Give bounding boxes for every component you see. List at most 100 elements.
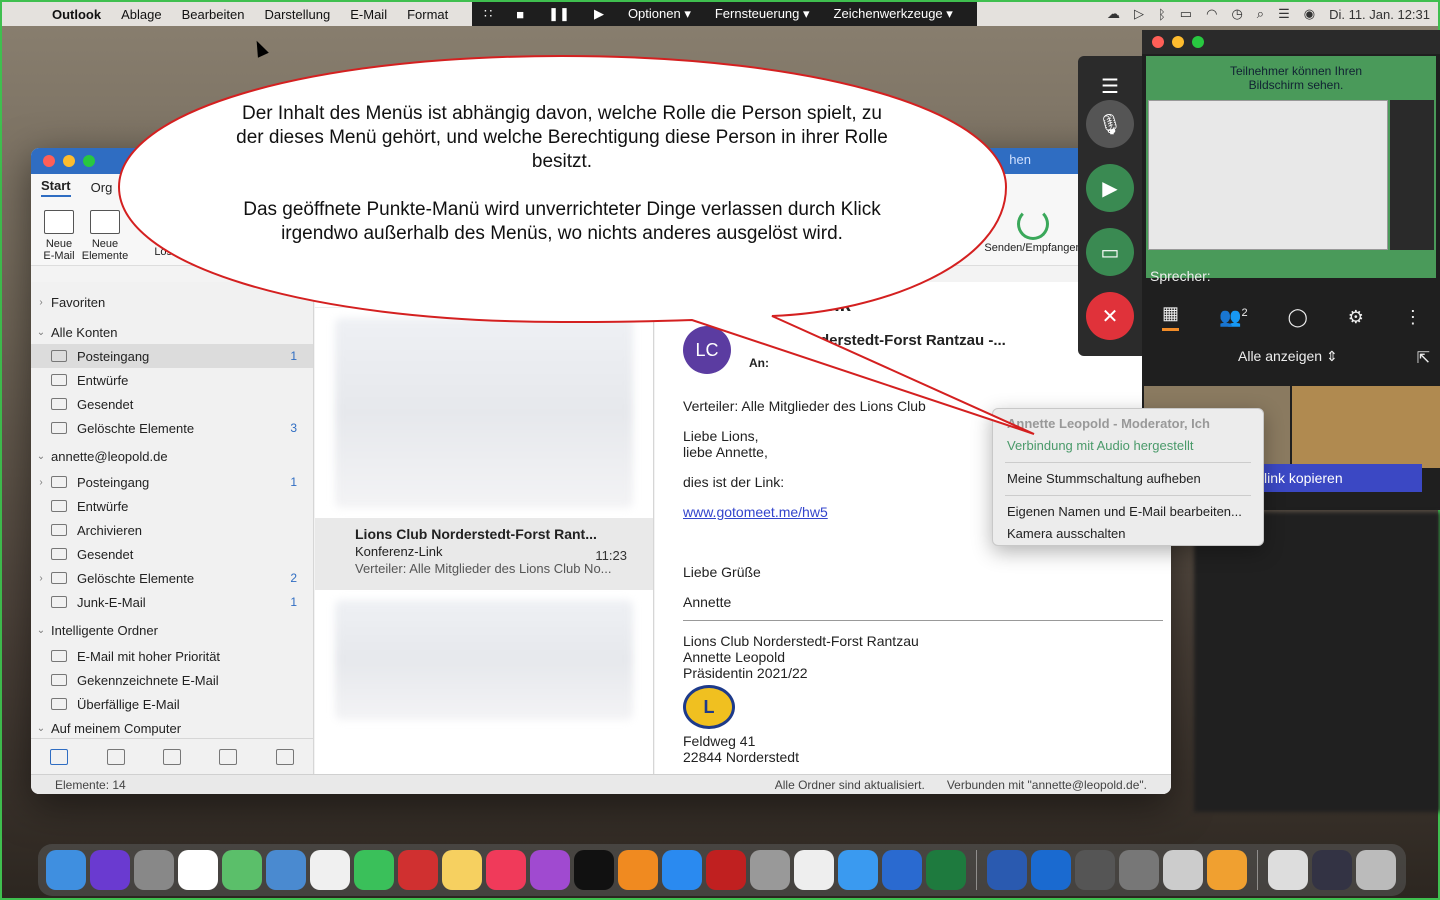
menu-edit-name[interactable]: Eigenen Namen und E-Mail bearbeiten... [993, 501, 1263, 523]
menu-unmute[interactable]: Meine Stummschaltung aufheben [993, 468, 1263, 490]
menu-app-outlook[interactable]: Outlook [42, 7, 111, 22]
folder-junk[interactable]: Junk-E-Mail 1 [31, 590, 313, 614]
close-window-button[interactable] [43, 155, 55, 167]
zoom-window-button[interactable] [1192, 36, 1204, 48]
clock-text[interactable]: Di. 11. Jan. 12:31 [1329, 7, 1430, 22]
trash-icon[interactable] [1356, 850, 1396, 890]
tasks-icon[interactable] [219, 748, 238, 765]
menu-bearbeiten[interactable]: Bearbeiten [172, 7, 255, 22]
menu-fernsteuerung[interactable]: Fernsteuerung ▾ [703, 6, 822, 22]
settings-icon[interactable]: ⚙ [1348, 307, 1364, 328]
folder-posteingang-all[interactable]: Posteingang 1 [31, 344, 313, 368]
folder-entwuerfe-all[interactable]: Entwürfe [31, 368, 313, 392]
folder-hohe-prioritaet[interactable]: E-Mail mit hoher Priorität [31, 644, 313, 668]
folder-geloescht[interactable]: › Gelöschte Elemente 2 [31, 566, 313, 590]
app-store-icon[interactable] [662, 850, 702, 890]
notes-app-icon[interactable] [442, 850, 482, 890]
new-items-button[interactable]: Neue Elemente [77, 210, 133, 262]
grid-view-icon[interactable]: ▦ [1162, 303, 1180, 331]
leave-meeting-icon[interactable]: ✕ [1086, 292, 1134, 340]
calendar-app-icon[interactable] [178, 850, 218, 890]
system-preferences-icon[interactable] [750, 850, 790, 890]
folder-intelligente-ordner[interactable]: ⌄ Intelligente Ordner [31, 618, 313, 642]
play-icon[interactable]: ▷ [1134, 6, 1144, 22]
maps-icon[interactable] [222, 850, 262, 890]
teamviewer-icon[interactable] [882, 850, 922, 890]
acrobat-icon[interactable] [706, 850, 746, 890]
calendar-icon[interactable] [106, 748, 125, 765]
zoom-window-button[interactable] [83, 155, 95, 167]
printer-icon[interactable] [1119, 850, 1159, 890]
control-center-icon[interactable]: ☰ [1278, 6, 1290, 22]
address-book-button[interactable]: buch [907, 250, 963, 262]
copy-link-button[interactable]: link kopieren [1242, 464, 1422, 492]
printer-icon[interactable] [1075, 850, 1115, 890]
list-item[interactable]: Lions Club Norderstedt-Forst Rant... Kon… [315, 518, 653, 590]
message-from[interactable]: orderstedt-Forst Rantzau -... [805, 332, 1006, 349]
grid-icon[interactable]: ∷ [472, 6, 504, 22]
list-group-header[interactable]: ⌄ Heute [315, 282, 653, 308]
screen-share-icon[interactable]: ▭ [1086, 228, 1134, 276]
bluetooth-icon[interactable]: ᛒ [1158, 7, 1166, 22]
tab-start[interactable]: Start [41, 178, 71, 197]
minimize-window-button[interactable] [63, 155, 75, 167]
safari-icon[interactable] [838, 850, 878, 890]
folder-posteingang[interactable]: › Posteingang 1 [31, 470, 313, 494]
music-icon[interactable] [486, 850, 526, 890]
textedit-icon[interactable] [794, 850, 834, 890]
folder-auf-meinem-computer[interactable]: ⌄ Auf meinem Computer [31, 716, 313, 740]
screenshot-icon[interactable] [1312, 850, 1352, 890]
tab-organisieren[interactable]: Org [91, 180, 113, 195]
mail-icon[interactable] [50, 748, 69, 765]
notes-icon[interactable] [275, 748, 294, 765]
menu-format[interactable]: Format [397, 7, 458, 22]
folder-account[interactable]: ⌄ annette@leopold.de [31, 444, 313, 468]
stop-icon[interactable]: ■ [504, 7, 536, 22]
menu-camera-off[interactable]: Kamera ausschalten [993, 523, 1263, 545]
camera-icon[interactable]: ▶ [1086, 164, 1134, 212]
folder-archivieren[interactable]: Archivieren [31, 518, 313, 542]
books-icon[interactable] [618, 850, 658, 890]
launchpad-icon[interactable] [134, 850, 174, 890]
facetime-icon[interactable] [354, 850, 394, 890]
folder-gesendet[interactable]: Gesendet [31, 542, 313, 566]
word-icon[interactable] [987, 850, 1027, 890]
menu-zeichenwerkzeuge[interactable]: Zeichenwerkzeuge ▾ [822, 6, 965, 22]
chat-icon[interactable]: ◯ [1288, 307, 1308, 328]
keynote-icon[interactable] [266, 850, 306, 890]
folder-gesendet-all[interactable]: Gesendet [31, 392, 313, 416]
cloud-icon[interactable]: ☁ [1107, 6, 1120, 22]
more-icon[interactable]: ⋮ [1404, 307, 1422, 328]
outlook-icon[interactable] [1031, 850, 1071, 890]
finder-icon[interactable] [46, 850, 86, 890]
close-window-button[interactable] [1152, 36, 1164, 48]
minimize-window-button[interactable] [1172, 36, 1184, 48]
preview-icon[interactable] [1163, 850, 1203, 890]
excel-icon[interactable] [926, 850, 966, 890]
delete-button[interactable]: Lösch [141, 246, 197, 258]
folder-ueberfaellig[interactable]: Überfällige E-Mail [31, 692, 313, 716]
folder-geloescht-all[interactable]: Gelöschte Elemente 3 [31, 416, 313, 440]
siri-icon[interactable] [90, 850, 130, 890]
apple-tv-icon[interactable] [574, 850, 614, 890]
mic-muted-icon[interactable]: 🎙 [1086, 100, 1134, 148]
folder-entwuerfe[interactable]: Entwürfe [31, 494, 313, 518]
search-icon[interactable]: ⌕ [1257, 6, 1264, 22]
pause-icon[interactable]: ❚❚ [536, 6, 582, 22]
gotomeeting-icon[interactable] [1207, 850, 1247, 890]
photo-booth-icon[interactable] [398, 850, 438, 890]
folder-stack-icon[interactable] [1268, 850, 1308, 890]
participants-icon[interactable]: 👥2 [1219, 307, 1248, 328]
folder-favoriten[interactable]: › Favoriten [31, 290, 313, 314]
view-selector[interactable]: Alle anzeigen ⇕ [1238, 348, 1338, 365]
clock-icon[interactable]: ◷ [1231, 6, 1242, 22]
screen-icon[interactable]: ▶ [582, 6, 616, 22]
menu-ablage[interactable]: Ablage [111, 7, 171, 22]
folder-gekennzeichnet[interactable]: Gekennzeichnete E-Mail [31, 668, 313, 692]
folder-alle-konten[interactable]: ⌄ Alle Konten [31, 320, 313, 344]
podcasts-icon[interactable] [530, 850, 570, 890]
send-receive-button[interactable]: Senden/Empfangen [983, 208, 1083, 254]
menu-optionen[interactable]: Optionen ▾ [616, 6, 703, 22]
popout-icon[interactable]: ⇱ [1417, 348, 1430, 368]
menu-email[interactable]: E-Mail [340, 7, 397, 22]
